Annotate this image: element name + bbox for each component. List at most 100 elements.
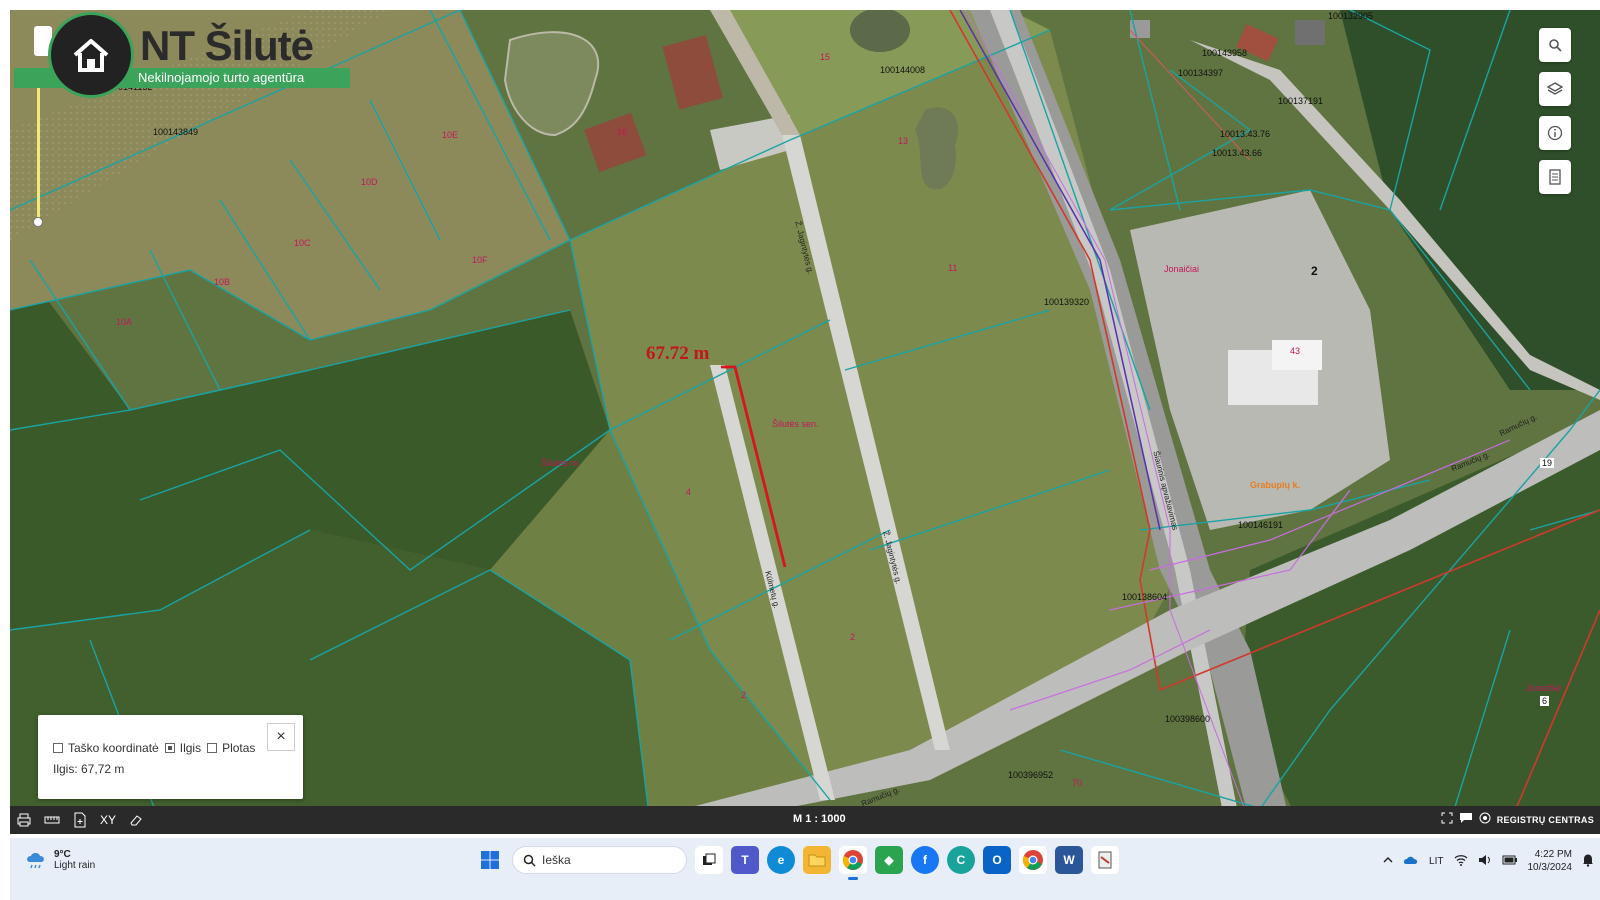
place-name: Šilutės m. [541,458,581,468]
edge-icon[interactable]: e [767,846,795,874]
parcel-number: 15 [820,52,831,62]
parcel-number: 10D [361,177,378,187]
parcel-number: 43 [1290,346,1301,356]
task-view-icon[interactable] [695,846,723,874]
add-document-icon[interactable] [70,810,90,830]
copilot-icon[interactable]: C [947,846,975,874]
parcel-id: 100132905 [1328,11,1374,21]
map-toolbar: XY M 1 : 1000 REGISTRŲ CENTRAS [10,806,1600,834]
parcel-id: 100396952 [1008,770,1054,780]
parcel-number: 10E [442,130,459,140]
word-icon[interactable]: W [1055,846,1083,874]
orthophoto-layer [10,10,1600,823]
weather-condition: Light rain [54,860,96,871]
system-clock[interactable]: 4:22 PM 10/3/2024 [1528,848,1573,874]
weather-widget[interactable]: 9°C Light rain [24,849,95,871]
registry-label: REGISTRŲ CENTRAS [1496,814,1594,825]
close-button[interactable]: × [267,723,295,751]
place-name: Jonaičiai [1164,264,1200,274]
language-indicator[interactable]: LIT [1429,856,1443,867]
parcel-number: 11 [948,263,958,273]
parcel-id: 100143958 [1202,48,1248,58]
clock-date: 10/3/2024 [1527,862,1573,873]
print-icon[interactable] [14,810,34,830]
measure-options: Taško koordinatė Ilgis Plotas [53,741,255,755]
parcel-id: 10013.43.76 [1220,129,1271,139]
search-icon [1549,39,1562,52]
battery-icon[interactable] [1502,855,1518,868]
layers-button[interactable] [1539,72,1571,106]
parcel-number: 10F [472,255,488,265]
ruler-icon[interactable] [42,810,62,830]
taskbar-search-placeholder: Ieška [542,853,571,867]
notification-bell-icon[interactable] [1582,853,1594,870]
chrome-icon[interactable] [839,846,867,880]
parcel-id: 10013.43.66 [1212,148,1263,158]
map-scale: M 1 : 1000 [793,813,846,825]
teams-icon[interactable]: T [731,846,759,874]
taskbar-apps: Ieška T e ◆ f C O W [476,846,1119,880]
house-icon [48,12,134,98]
info-button[interactable] [1539,116,1571,150]
parcel-number: 4 [686,487,692,497]
eraser-icon[interactable] [126,810,146,830]
screen: 100141132 100143849 100144008 100143958 … [10,10,1600,900]
agency-logo: Nekilnojamojo turto agentūra NT Šilutė [14,12,354,102]
chrome-profile-icon[interactable] [1019,846,1047,874]
parcel-id: 100146191 [1238,520,1284,530]
app-icon[interactable] [1091,846,1119,874]
place-name: Jonaičiai [1526,683,1562,693]
document-icon [1549,169,1561,185]
area-option-label[interactable]: Plotas [222,741,255,755]
parcel-id: 100134397 [1178,68,1224,78]
search-icon [523,854,536,867]
measurement-label: 67.72 m [646,343,710,364]
fullscreen-icon[interactable] [1441,812,1453,827]
place-name: Šilutės sen. [772,419,819,429]
xy-coordinates-button[interactable]: XY [98,810,118,830]
facebook-icon[interactable]: f [911,846,939,874]
parcel-id: 100139320 [1044,297,1090,307]
parcel-id: 100137191 [1278,96,1324,106]
zoom-slider-handle[interactable] [33,217,43,227]
weather-temp: 9°C [54,849,71,860]
length-checkbox[interactable] [164,743,175,753]
search-button[interactable] [1539,28,1571,62]
parcel-id: 100143849 [153,127,199,137]
parcel-number: 10B [214,277,231,287]
rain-cloud-icon [27,853,44,869]
onedrive-icon[interactable] [1403,855,1419,868]
windows-icon [481,851,499,869]
registry-logo-icon [1479,812,1491,827]
parcel-id: 100398600 [1165,714,1211,724]
file-explorer-icon[interactable] [803,846,831,874]
parcel-number: 19 [1540,458,1555,468]
volume-icon[interactable] [1478,854,1492,869]
parcel-number: 13 [898,136,909,146]
windows-taskbar: 9°C Light rain Ieška T e ◆ f C O W LIT 4… [10,838,1600,900]
logo-brand: NT Šilutė [140,22,314,69]
outlook-icon[interactable]: O [983,846,1011,874]
parcel-number: 10C [294,238,311,248]
taskbar-search[interactable]: Ieška [512,846,687,874]
chat-icon[interactable] [1459,812,1473,827]
info-icon [1547,125,1563,141]
parcel-number: 6 [1540,696,1550,706]
cadastral-map[interactable]: 100141132 100143849 100144008 100143958 … [10,10,1600,823]
document-button[interactable] [1539,160,1571,194]
maps-app-icon[interactable]: ◆ [875,846,903,874]
chevron-up-icon[interactable] [1383,856,1393,867]
system-tray: LIT 4:22 PM 10/3/2024 [1383,848,1594,874]
layers-icon [1547,82,1563,95]
place-name: Grabupių k. [1250,480,1301,490]
parcel-id: 100138604 [1122,592,1168,602]
length-option-label[interactable]: Ilgis [180,741,201,755]
zoom-slider[interactable] [37,86,40,224]
parcel-number: 16 [617,127,628,137]
wifi-icon[interactable] [1454,854,1468,869]
area-checkbox[interactable] [207,743,218,753]
coordinate-checkbox[interactable] [53,743,63,753]
coordinate-option-label[interactable]: Taško koordinatė [68,741,159,755]
parcel-number: 2 [850,632,856,642]
start-button[interactable] [476,846,504,874]
